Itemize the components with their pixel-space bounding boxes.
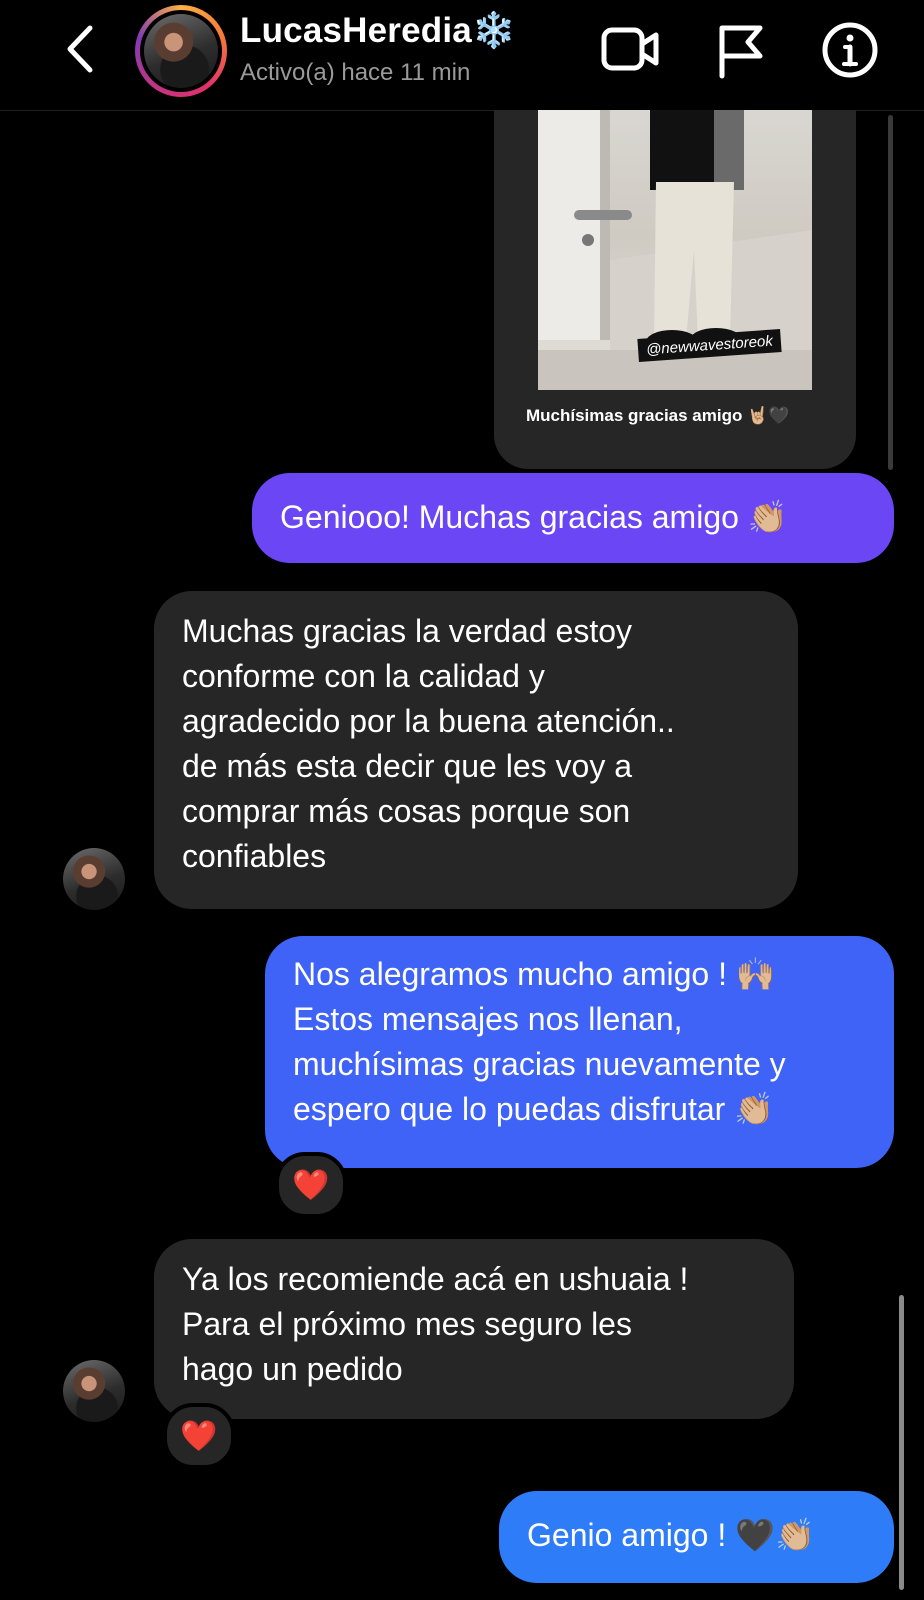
shared-post-caption: Muchísimas gracias amigo 🤘🏼🖤	[526, 406, 790, 425]
message-line: comprar más cosas porque son	[182, 793, 631, 829]
outgoing-message[interactable]: Genio amigo ! 🖤👏🏼	[499, 1491, 894, 1583]
video-call-icon	[601, 27, 659, 71]
message-line: Estos mensajes nos llenan,	[293, 1001, 683, 1037]
report-flag-button[interactable]	[712, 20, 772, 80]
heart-reaction[interactable]: ❤️	[163, 1403, 235, 1469]
post-scroll-indicator	[888, 115, 893, 470]
message-line: Muchas gracias la verdad estoy	[182, 613, 632, 649]
message-text: Genio amigo ! 🖤👏🏼	[527, 1517, 815, 1553]
message-line: Nos alegramos mucho amigo ! 🙌🏼	[293, 956, 776, 992]
avatar-photo	[144, 14, 218, 88]
heart-icon: ❤️	[180, 1419, 218, 1453]
message-line: hago un pedido	[182, 1351, 403, 1387]
profile-avatar[interactable]	[135, 5, 227, 97]
message-line: confiables	[182, 838, 327, 874]
incoming-message[interactable]: Muchas gracias la verdad estoy conforme …	[154, 591, 798, 909]
message-line: espero que lo puedas disfrutar 👏🏼	[293, 1091, 775, 1127]
heart-icon: ❤️	[292, 1168, 330, 1202]
info-icon	[822, 22, 878, 78]
message-line: conforme con la calidad y	[182, 658, 545, 694]
story-photo[interactable]: @newwavestoreok	[538, 110, 812, 390]
video-call-button[interactable]	[600, 20, 660, 80]
message-line: muchísimas gracias nuevamente y	[293, 1046, 786, 1082]
shared-story-card[interactable]: @newwavestoreok Muchísimas gracias amigo…	[494, 110, 856, 469]
chat-username[interactable]: LucasHeredia❄️	[240, 10, 516, 51]
sender-avatar[interactable]	[63, 848, 125, 910]
outgoing-message[interactable]: Nos alegramos mucho amigo ! 🙌🏼 Estos men…	[265, 936, 894, 1168]
message-text: Geniooo! Muchas gracias amigo 👏🏼	[280, 499, 788, 535]
flag-icon	[719, 25, 763, 79]
conversation-info-button[interactable]	[820, 20, 880, 80]
active-status: Activo(a) hace 11 min	[240, 59, 471, 86]
message-line: Ya los recomiende acá en ushuaia !	[182, 1261, 689, 1297]
message-line: agradecido por la buena atención..	[182, 703, 675, 739]
outgoing-message[interactable]: Geniooo! Muchas gracias amigo 👏🏼	[252, 473, 894, 563]
message-line: de más esta decir que les voy a	[182, 748, 633, 784]
sender-avatar[interactable]	[63, 1360, 125, 1422]
back-button[interactable]	[60, 22, 104, 76]
scrollbar[interactable]	[899, 1295, 904, 1590]
chevron-left-icon	[67, 25, 93, 73]
message-line: Para el próximo mes seguro les	[182, 1306, 632, 1342]
incoming-message[interactable]: Ya los recomiende acá en ushuaia ! Para …	[154, 1239, 794, 1419]
heart-reaction[interactable]: ❤️	[275, 1152, 347, 1218]
